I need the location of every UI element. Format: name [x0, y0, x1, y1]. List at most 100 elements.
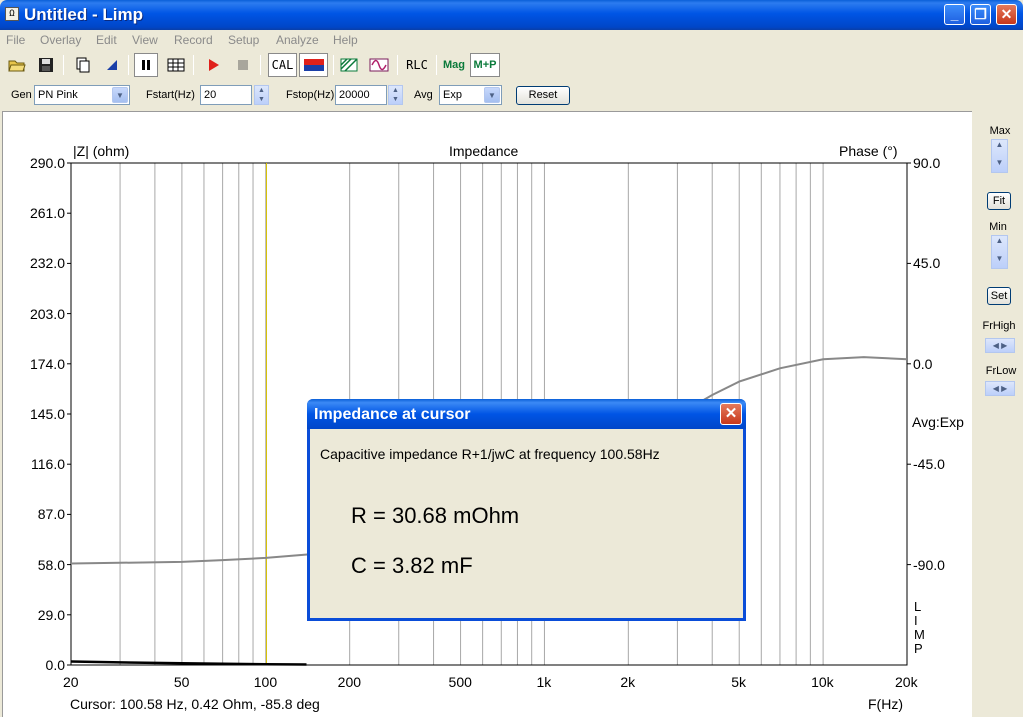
dialog-title: Impedance at cursor — [314, 406, 471, 423]
y2-tick-label: 90.0 — [913, 155, 941, 171]
toolbar: CAL RLC Mag M+P — [0, 51, 1023, 81]
menu-setup[interactable]: Setup — [228, 33, 259, 47]
x-tick-label: 100 — [253, 674, 278, 690]
frhigh-label: FrHigh — [982, 320, 1016, 332]
capacitance-value: C = 3.82 mF — [351, 553, 473, 578]
y1-tick-label: 29.0 — [37, 606, 65, 623]
y1-tick-label: 261.0 — [29, 205, 65, 222]
dialog-title-bar[interactable]: Impedance at cursor ✕ — [307, 399, 746, 429]
menu-overlay[interactable]: Overlay — [40, 33, 81, 47]
mag-button[interactable]: Mag — [440, 53, 468, 77]
y1-tick-label: 232.0 — [29, 255, 65, 272]
title-bar: Ω Untitled - Limp _ ❐ ✕ — [0, 0, 1023, 30]
hatch-icon[interactable] — [337, 53, 361, 77]
fstop-input[interactable]: 20000 — [335, 85, 387, 105]
avg-note: Avg:Exp — [912, 414, 964, 430]
menu-bar: File Overlay Edit View Record Setup Anal… — [0, 30, 1023, 50]
x-tick-label: 20 — [63, 674, 79, 690]
menu-record[interactable]: Record — [174, 33, 213, 47]
limp-letter-i: I — [914, 613, 918, 628]
gen-label: Gen — [11, 89, 32, 101]
avg-value: Exp — [443, 89, 462, 101]
waveform-icon[interactable] — [367, 53, 391, 77]
x-tick-label: 2k — [620, 674, 636, 690]
impedance-dialog[interactable]: Impedance at cursor ✕ Capacitive impedan… — [307, 399, 746, 621]
rlc-button[interactable]: RLC — [403, 53, 431, 77]
menu-edit[interactable]: Edit — [96, 33, 117, 47]
gen-select[interactable]: PN Pink ▼ — [34, 85, 130, 105]
fstart-label: Fstart(Hz) — [146, 89, 195, 101]
x-tick-label: 20k — [895, 674, 918, 690]
x-tick-label: 200 — [337, 674, 362, 690]
y2-tick-label: -90.0 — [913, 556, 945, 573]
y2-tick-label: 45.0 — [913, 255, 941, 272]
limp-letter-l: L — [914, 599, 922, 614]
y1-tick-label: 116.0 — [31, 456, 65, 473]
open-folder-icon[interactable] — [5, 53, 29, 77]
avg-label: Avg — [414, 89, 433, 101]
avg-select[interactable]: Exp ▼ — [439, 85, 502, 105]
y1-axis-title: |Z| (ohm) — [73, 143, 130, 159]
max-label: Max — [989, 125, 1011, 137]
params-bar: Gen PN Pink ▼ Fstart(Hz) 20 ▲ ▼ Fstop(Hz)… — [0, 82, 1023, 108]
fit-button[interactable]: Fit — [987, 192, 1011, 210]
limp-letter-p: P — [914, 641, 923, 656]
fstart-spinner[interactable]: ▲ ▼ — [254, 85, 269, 105]
x-tick-label: 50 — [173, 674, 190, 690]
x-tick-label: 5k — [731, 674, 747, 690]
mag-phase-button[interactable]: M+P — [470, 53, 500, 77]
menu-file[interactable]: File — [6, 33, 25, 47]
reset-button[interactable]: Reset — [516, 86, 570, 105]
graph-title: Impedance — [449, 143, 519, 159]
color-scheme-icon[interactable] — [299, 53, 328, 77]
y1-tick-label: 87.0 — [37, 506, 65, 523]
resistance-value: R = 30.68 mOhm — [351, 503, 520, 528]
set-button[interactable]: Set — [987, 287, 1011, 305]
y1-tick-label: 58.0 — [37, 556, 65, 573]
menu-help[interactable]: Help — [333, 33, 358, 47]
copy-icon[interactable] — [71, 53, 95, 77]
min-label: Min — [989, 221, 1007, 233]
gen-value: PN Pink — [38, 89, 78, 101]
chevron-down-icon: ▼ — [112, 87, 128, 103]
app-icon: Ω — [5, 7, 19, 21]
limp-letter-m: M — [914, 627, 925, 642]
dialog-close-button[interactable]: ✕ — [720, 403, 742, 425]
pause-icon[interactable] — [134, 53, 158, 77]
x-axis-title: F(Hz) — [868, 696, 903, 712]
menu-view[interactable]: View — [132, 33, 158, 47]
restore-button[interactable]: ❐ — [970, 4, 991, 25]
x-tick-label: 1k — [536, 674, 552, 690]
x-tick-label: 10k — [811, 674, 834, 690]
max-spinner[interactable]: ▲ ▼ — [991, 139, 1008, 173]
dialog-description: Capacitive impedance R+1/jwC at frequenc… — [320, 446, 660, 462]
frlow-label: FrLow — [985, 365, 1017, 377]
fstop-spinner[interactable]: ▲ ▼ — [388, 85, 403, 105]
minimize-button[interactable]: _ — [944, 4, 965, 25]
close-button[interactable]: ✕ — [996, 4, 1017, 25]
play-icon[interactable] — [201, 53, 225, 77]
save-icon[interactable] — [34, 53, 58, 77]
x-tick-label: 500 — [448, 674, 472, 690]
table-icon[interactable] — [164, 53, 188, 77]
frhigh-spinner[interactable]: ◀ ▶ — [985, 338, 1015, 353]
y1-tick-label: 174.0 — [29, 355, 65, 372]
min-spinner[interactable]: ▲ ▼ — [991, 235, 1008, 269]
y1-tick-label: 0.0 — [45, 657, 65, 673]
chevron-down-icon: ▼ — [484, 87, 500, 103]
fstop-label: Fstop(Hz) — [286, 89, 335, 101]
magnitude-curve — [70, 660, 307, 666]
marker-icon[interactable] — [100, 53, 124, 77]
y2-axis-title: Phase (°) — [839, 143, 898, 159]
stop-icon[interactable] — [231, 53, 255, 77]
cal-button[interactable]: CAL — [268, 53, 297, 77]
y1-tick-label: 203.0 — [29, 305, 65, 322]
y2-tick-label: 0.0 — [913, 355, 933, 372]
menu-analyze[interactable]: Analyze — [276, 33, 319, 47]
fstart-input[interactable]: 20 — [200, 85, 252, 105]
window-title: Untitled - Limp — [24, 5, 143, 24]
y2-tick-label: -45.0 — [913, 456, 945, 473]
y1-tick-label: 145.0 — [29, 406, 65, 422]
y1-tick-label: 290.0 — [29, 155, 65, 171]
frlow-spinner[interactable]: ◀ ▶ — [985, 381, 1015, 396]
